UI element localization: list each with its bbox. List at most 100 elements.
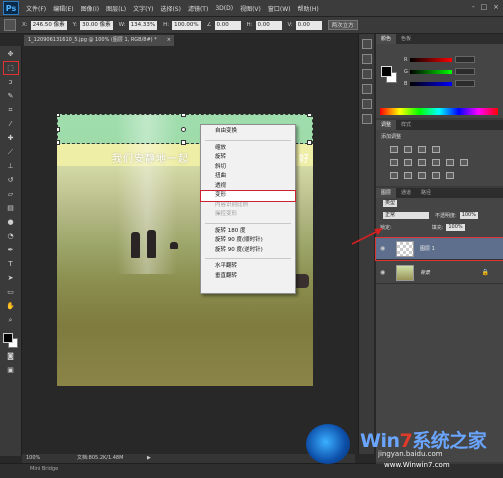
w-input[interactable]: 134.33% (128, 20, 158, 30)
blur-tool-icon[interactable]: ● (4, 216, 18, 228)
paragraph-panel-icon[interactable] (361, 84, 372, 94)
layer-kind-filter[interactable]: 类型 (383, 200, 398, 207)
menu-edit[interactable]: 编辑(E) (53, 4, 73, 13)
color-chips[interactable] (2, 332, 20, 348)
brush-tool-icon[interactable]: ⟋ (4, 146, 18, 158)
fill-input[interactable]: 100% (446, 224, 465, 231)
hand-tool-icon[interactable]: ✋ (4, 300, 18, 312)
vibrance-icon[interactable] (390, 159, 398, 166)
eraser-tool-icon[interactable]: ▱ (4, 188, 18, 200)
slider-r-value[interactable] (455, 56, 475, 63)
screen-mode-icon[interactable]: ▣ (4, 364, 18, 376)
opacity-input[interactable]: 100% (459, 212, 478, 219)
menu-layer[interactable]: 图层(L) (106, 4, 126, 13)
tab-adjustments[interactable]: 调整 (376, 120, 397, 130)
menu-help[interactable]: 帮助(H) (298, 4, 319, 13)
vskew-input[interactable]: 0.00 (295, 20, 322, 30)
slider-b[interactable] (410, 81, 452, 86)
tab-paths[interactable]: 路径 (416, 188, 436, 198)
move-tool-icon[interactable]: ✥ (4, 48, 18, 60)
slider-g-value[interactable] (455, 68, 475, 75)
brush-panel-icon[interactable] (361, 99, 372, 109)
interpolation-select[interactable]: 两次立方 (327, 20, 358, 30)
context-menu-item[interactable]: 旋转 180 度 (201, 227, 295, 237)
hue-saturation-icon[interactable] (404, 159, 412, 166)
visibility-eye-icon[interactable]: ◉ (380, 269, 390, 276)
close-button[interactable]: × (493, 3, 499, 11)
healing-tool-icon[interactable]: ✚ (4, 132, 18, 144)
context-menu-item[interactable]: 变形 (200, 190, 296, 202)
menu-window[interactable]: 窗口(W) (268, 4, 291, 13)
invert-icon[interactable] (390, 172, 398, 179)
blend-mode-select[interactable]: 正常 (383, 212, 429, 219)
zoom-tool-icon[interactable]: ⌕ (4, 314, 18, 326)
foreground-swatch[interactable] (381, 66, 392, 77)
menu-view[interactable]: 视图(V) (240, 4, 261, 13)
slider-r[interactable] (410, 57, 452, 62)
color-spectrum-bar[interactable] (380, 108, 498, 115)
maximize-button[interactable]: □ (481, 3, 488, 11)
history-brush-tool-icon[interactable]: ↺ (4, 174, 18, 186)
handle-bottom-middle[interactable] (181, 140, 186, 145)
brightness-icon[interactable] (390, 146, 398, 153)
menu-file[interactable]: 文件(F) (26, 4, 46, 13)
actions-panel-icon[interactable] (361, 54, 372, 64)
clone-source-panel-icon[interactable] (361, 114, 372, 124)
context-menu-item[interactable]: 旋转 90 度(顺时针) (201, 236, 295, 246)
mini-bridge-label[interactable]: Mini Bridge (30, 466, 58, 472)
marquee-tool-icon[interactable]: ⬚ (2, 61, 19, 75)
hskew-input[interactable]: 0.00 (255, 20, 282, 30)
path-select-tool-icon[interactable]: ➤ (4, 272, 18, 284)
handle-bottom-left[interactable] (57, 140, 60, 145)
lasso-tool-icon[interactable]: ↄ (4, 76, 18, 88)
selective-color-icon[interactable] (446, 172, 454, 179)
visibility-eye-icon[interactable]: ◉ (380, 245, 390, 252)
gradient-map-icon[interactable] (432, 172, 440, 179)
angle-input[interactable]: 0.00 (214, 20, 241, 30)
history-panel-icon[interactable] (361, 39, 372, 49)
character-panel-icon[interactable] (361, 69, 372, 79)
menu-type[interactable]: 文字(Y) (133, 4, 153, 13)
threshold-icon[interactable] (418, 172, 426, 179)
foreground-color-chip[interactable] (2, 333, 13, 343)
context-menu-item[interactable]: 透视 (201, 182, 295, 192)
menu-image[interactable]: 图像(I) (81, 4, 99, 13)
exposure-icon[interactable] (432, 146, 440, 153)
tab-channels[interactable]: 通道 (396, 188, 416, 198)
menu-filter[interactable]: 滤镜(T) (188, 4, 208, 13)
quick-mask-icon[interactable]: ◙ (4, 350, 18, 362)
context-menu-item[interactable]: 斜切 (201, 163, 295, 173)
tab-color[interactable]: 颜色 (376, 34, 397, 44)
levels-icon[interactable] (404, 146, 412, 153)
handle-top-right[interactable] (307, 114, 312, 117)
type-tool-icon[interactable]: T (4, 258, 18, 270)
photo-filter-icon[interactable] (446, 159, 454, 166)
status-menu-arrow-icon[interactable]: ▶ (147, 454, 151, 463)
context-menu-item[interactable]: 旋转 (201, 153, 295, 163)
black-white-icon[interactable] (432, 159, 440, 166)
layer-row-layer-1[interactable]: ◉ 图层 1 (375, 237, 503, 261)
tab-styles[interactable]: 样式 (396, 120, 416, 130)
context-menu-item[interactable]: 缩放 (201, 144, 295, 154)
context-menu-item[interactable]: 旋转 90 度(逆时针) (201, 246, 295, 256)
context-menu-item[interactable]: 扭曲 (201, 172, 295, 182)
eyedropper-tool-icon[interactable]: ⁄ (4, 118, 18, 130)
tab-layers[interactable]: 图层 (376, 188, 397, 198)
dodge-tool-icon[interactable]: ◔ (4, 230, 18, 242)
clone-stamp-tool-icon[interactable]: ⊥ (4, 160, 18, 172)
handle-bottom-right[interactable] (307, 140, 312, 145)
menu-select[interactable]: 选择(S) (160, 4, 181, 13)
crop-tool-icon[interactable]: ⌗ (4, 104, 18, 116)
x-input[interactable]: 246.50 像素 (30, 20, 67, 30)
context-menu-item[interactable]: 垂直翻转 (201, 272, 295, 282)
slider-g[interactable] (410, 69, 452, 74)
gradient-tool-icon[interactable]: ▤ (4, 202, 18, 214)
handle-top-left[interactable] (57, 114, 60, 117)
handle-center[interactable] (181, 127, 186, 132)
channel-mixer-icon[interactable] (460, 159, 468, 166)
pen-tool-icon[interactable]: ✒ (4, 244, 18, 256)
handle-middle-left[interactable] (57, 127, 60, 132)
tab-close-icon[interactable]: × (167, 35, 171, 46)
zoom-level[interactable]: 100% (26, 454, 40, 463)
context-menu-item[interactable]: 自由变换 (201, 127, 295, 137)
